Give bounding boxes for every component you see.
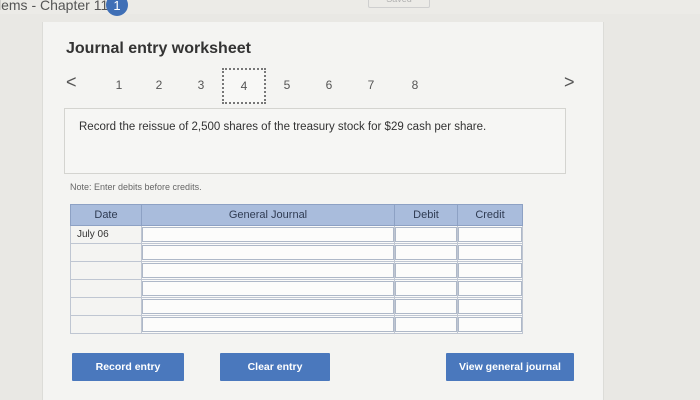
header-credit: Credit bbox=[457, 204, 523, 226]
account-input[interactable] bbox=[142, 281, 394, 296]
instruction-text: Record the reissue of 2,500 shares of th… bbox=[79, 121, 487, 133]
view-general-journal-button[interactable]: View general journal bbox=[446, 353, 574, 381]
credit-cell bbox=[457, 279, 523, 298]
account-input[interactable] bbox=[142, 263, 394, 278]
info-badge[interactable]: 1 bbox=[106, 0, 128, 16]
page-1[interactable]: 1 bbox=[112, 78, 126, 92]
credit-input[interactable] bbox=[458, 245, 522, 260]
header-general-journal: General Journal bbox=[141, 204, 395, 226]
debit-cell bbox=[394, 279, 458, 298]
header-debit: Debit bbox=[394, 204, 458, 226]
record-entry-button[interactable]: Record entry bbox=[72, 353, 184, 381]
saved-indicator: Saved bbox=[368, 0, 430, 8]
debit-input[interactable] bbox=[395, 317, 457, 332]
page-title: Journal entry worksheet bbox=[66, 40, 251, 57]
chevron-right-icon[interactable]: > bbox=[564, 72, 575, 93]
date-cell bbox=[70, 315, 142, 334]
table-header-row: Date General Journal Debit Credit bbox=[70, 204, 523, 226]
date-cell bbox=[70, 279, 142, 298]
credit-input[interactable] bbox=[458, 281, 522, 296]
page-7[interactable]: 7 bbox=[364, 78, 378, 92]
breadcrumb: lems - Chapter 11 bbox=[0, 0, 109, 13]
credit-input[interactable] bbox=[458, 317, 522, 332]
debit-cell bbox=[394, 297, 458, 316]
header-date: Date bbox=[70, 204, 142, 226]
debit-input[interactable] bbox=[395, 299, 457, 314]
journal-cell bbox=[141, 315, 395, 334]
credit-cell bbox=[457, 261, 523, 280]
credit-input[interactable] bbox=[458, 227, 522, 242]
note-text: Note: Enter debits before credits. bbox=[70, 182, 202, 192]
page-3[interactable]: 3 bbox=[194, 78, 208, 92]
account-input[interactable] bbox=[142, 245, 394, 260]
debit-input[interactable] bbox=[395, 281, 457, 296]
pagination: < 1 2 3 4 5 6 7 8 > bbox=[60, 68, 590, 108]
page-4-active[interactable]: 4 bbox=[222, 68, 266, 104]
date-cell bbox=[70, 297, 142, 316]
account-input[interactable] bbox=[142, 317, 394, 332]
date-cell bbox=[70, 261, 142, 280]
credit-input[interactable] bbox=[458, 263, 522, 278]
clear-entry-button[interactable]: Clear entry bbox=[220, 353, 330, 381]
journal-table: Date General Journal Debit Credit July 0… bbox=[70, 204, 523, 334]
credit-cell bbox=[457, 243, 523, 262]
journal-cell bbox=[141, 225, 395, 244]
table-row bbox=[70, 279, 523, 298]
debit-input[interactable] bbox=[395, 227, 457, 242]
journal-cell bbox=[141, 261, 395, 280]
page-6[interactable]: 6 bbox=[322, 78, 336, 92]
account-input[interactable] bbox=[142, 299, 394, 314]
top-bar: lems - Chapter 11 1 Saved bbox=[0, 0, 700, 16]
debit-input[interactable] bbox=[395, 263, 457, 278]
credit-cell bbox=[457, 297, 523, 316]
credit-input[interactable] bbox=[458, 299, 522, 314]
date-cell bbox=[70, 243, 142, 262]
journal-cell bbox=[141, 243, 395, 262]
page-2[interactable]: 2 bbox=[152, 78, 166, 92]
table-row: July 06 bbox=[70, 225, 523, 244]
debit-cell bbox=[394, 225, 458, 244]
debit-cell bbox=[394, 315, 458, 334]
credit-cell bbox=[457, 315, 523, 334]
table-row bbox=[70, 297, 523, 316]
table-row bbox=[70, 315, 523, 334]
journal-cell bbox=[141, 279, 395, 298]
date-cell: July 06 bbox=[70, 225, 142, 244]
credit-cell bbox=[457, 225, 523, 244]
debit-cell bbox=[394, 261, 458, 280]
page-5[interactable]: 5 bbox=[280, 78, 294, 92]
account-input[interactable] bbox=[142, 227, 394, 242]
debit-input[interactable] bbox=[395, 245, 457, 260]
table-row bbox=[70, 261, 523, 280]
debit-cell bbox=[394, 243, 458, 262]
instruction-box: Record the reissue of 2,500 shares of th… bbox=[64, 108, 566, 174]
page-8[interactable]: 8 bbox=[408, 78, 422, 92]
table-row bbox=[70, 243, 523, 262]
chevron-left-icon[interactable]: < bbox=[66, 72, 77, 93]
journal-cell bbox=[141, 297, 395, 316]
